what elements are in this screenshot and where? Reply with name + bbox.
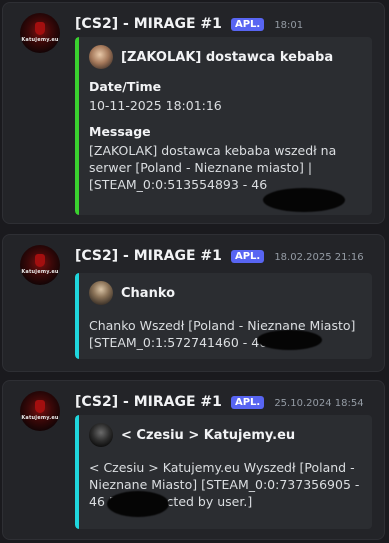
timestamp[interactable]: 18.02.2025 21:16 xyxy=(274,252,363,263)
message-3: Katujemy.eu [CS2] - MIRAGE #1 APL. 25.10… xyxy=(2,380,385,540)
embed-author-avatar xyxy=(89,281,113,305)
redaction-scribble xyxy=(263,188,345,212)
embed: Chanko Chanko Wszedł [Poland - Nieznane … xyxy=(75,273,372,359)
embed-author: [ZAKOLAK] dostawca kebaba xyxy=(89,45,360,69)
message-header: [CS2] - MIRAGE #1 APL. 25.10.2024 18:54 xyxy=(75,391,364,410)
field-value-datetime: 10-11-2025 18:01:16 xyxy=(89,98,222,113)
avatar-logo-text: Katujemy.eu xyxy=(21,415,59,421)
message-header: [CS2] - MIRAGE #1 APL. 18.02.2025 21:16 xyxy=(75,245,364,264)
app-badge: APL. xyxy=(230,18,265,31)
bot-avatar[interactable]: Katujemy.eu xyxy=(20,13,60,53)
redaction-scribble xyxy=(257,330,322,350)
avatar-logo-text: Katujemy.eu xyxy=(21,37,59,43)
field-name-datetime: Date/Time xyxy=(89,79,162,94)
timestamp[interactable]: 25.10.2024 18:54 xyxy=(274,398,363,409)
logo-emblem-icon xyxy=(35,22,45,35)
embed: [ZAKOLAK] dostawca kebaba Date/Time 10-1… xyxy=(75,37,372,215)
logo-emblem-icon xyxy=(35,400,45,413)
embed-author-name: Chanko xyxy=(121,285,176,301)
embed-author-name: < Czesiu > Katujemy.eu xyxy=(121,427,296,443)
message-2: Katujemy.eu [CS2] - MIRAGE #1 APL. 18.02… xyxy=(2,234,385,372)
author-name[interactable]: [CS2] - MIRAGE #1 xyxy=(75,16,222,32)
logo-emblem-icon xyxy=(35,254,45,267)
embed-description: Chanko Wszedł [Poland - Nieznane Miasto]… xyxy=(89,318,356,350)
avatar-logo-text: Katujemy.eu xyxy=(21,269,59,275)
timestamp[interactable]: 18:01 xyxy=(274,20,303,31)
redaction-scribble xyxy=(107,491,169,517)
bot-avatar[interactable]: Katujemy.eu xyxy=(20,391,60,431)
app-badge: APL. xyxy=(230,250,265,263)
message-header: [CS2] - MIRAGE #1 APL. 18:01 xyxy=(75,13,303,32)
embed-author-name: [ZAKOLAK] dostawca kebaba xyxy=(121,49,334,65)
author-name[interactable]: [CS2] - MIRAGE #1 xyxy=(75,248,222,264)
embed-author-avatar xyxy=(89,45,113,69)
field-name-message: Message xyxy=(89,124,151,139)
field-value-message: [ZAKOLAK] dostawca kebaba wszedł na serw… xyxy=(89,143,337,192)
author-name[interactable]: [CS2] - MIRAGE #1 xyxy=(75,394,222,410)
message-1: Katujemy.eu [CS2] - MIRAGE #1 APL. 18:01… xyxy=(2,2,385,224)
app-badge: APL. xyxy=(230,396,265,409)
embed-author: < Czesiu > Katujemy.eu xyxy=(89,423,360,447)
bot-avatar[interactable]: Katujemy.eu xyxy=(20,245,60,285)
embed: < Czesiu > Katujemy.eu < Czesiu > Katuje… xyxy=(75,415,372,529)
embed-author-avatar xyxy=(89,423,113,447)
embed-author: Chanko xyxy=(89,281,360,305)
